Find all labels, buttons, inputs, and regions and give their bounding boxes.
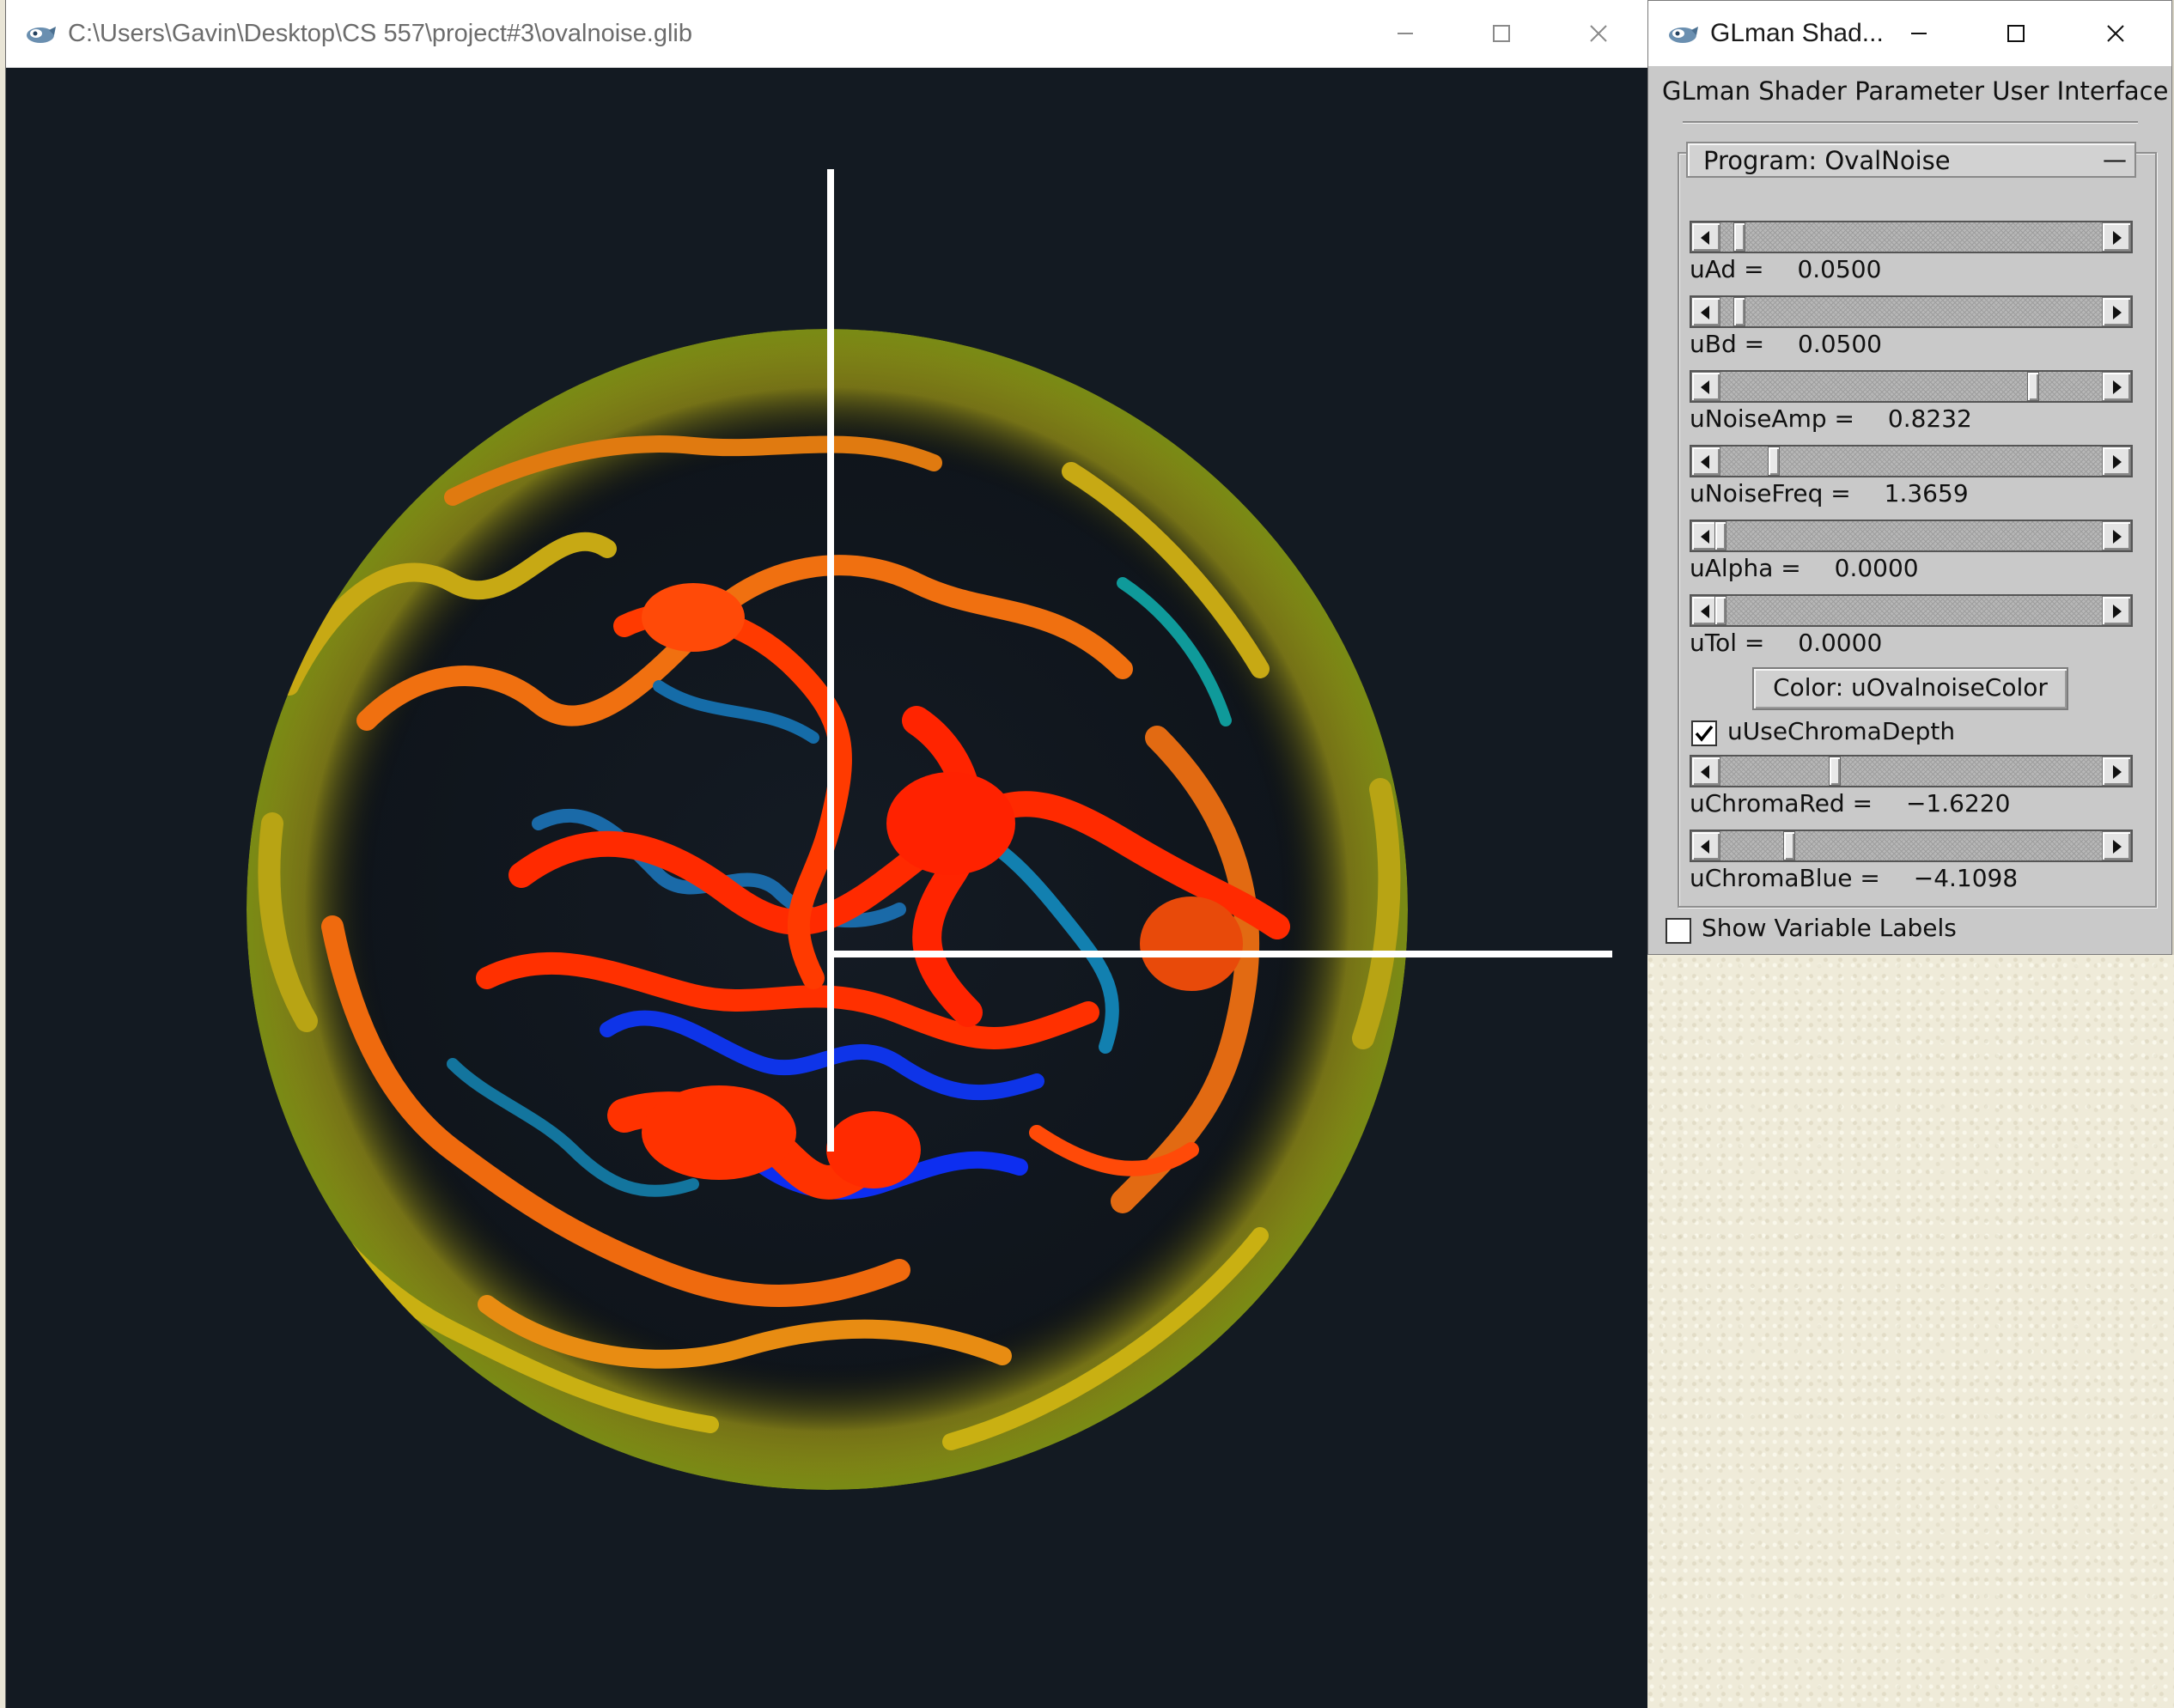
slider-track[interactable] xyxy=(1720,831,2102,860)
slider-right-arrow[interactable] xyxy=(2102,757,2131,786)
param-name: uNoiseFreq = xyxy=(1690,479,1851,508)
slider-right-arrow[interactable] xyxy=(2102,831,2131,860)
collapse-button[interactable]: — xyxy=(2100,145,2129,174)
slider-right-arrow[interactable] xyxy=(2102,596,2131,625)
glman-close-button[interactable] xyxy=(2066,1,2165,66)
checkmark-icon xyxy=(1695,725,1714,742)
param-value: 0.0500 xyxy=(1798,330,1882,358)
chroma-depth-label: uUseChromaDepth xyxy=(1727,717,1956,745)
param-name: uAd = xyxy=(1690,255,1764,283)
param-label-utol: uTol = 0.0000 xyxy=(1690,629,1882,657)
param-label-uchromablue: uChromaBlue = −4.1098 xyxy=(1690,864,2018,892)
program-label: Program: OvalNoise xyxy=(1703,146,1951,175)
slider-uad[interactable] xyxy=(1690,221,2133,253)
param-label-uchromared: uChromaRed = −1.6220 xyxy=(1690,789,2010,818)
param-value: 0.0000 xyxy=(1798,629,1883,657)
desktop-background xyxy=(1647,955,2174,1708)
slider-unoiseamp[interactable] xyxy=(1690,370,2133,403)
slider-uchromablue[interactable] xyxy=(1690,830,2133,862)
param-name: uBd = xyxy=(1690,330,1765,358)
param-label-uad: uAd = 0.0500 xyxy=(1690,255,1881,283)
glman-window-title: GLman Shad... xyxy=(1710,19,1884,47)
slider-left-arrow[interactable] xyxy=(1691,297,1720,326)
minimize-icon xyxy=(1398,33,1413,34)
close-button[interactable] xyxy=(1549,0,1648,67)
slider-utol[interactable] xyxy=(1690,594,2133,627)
slider-ubd[interactable] xyxy=(1690,295,2133,328)
slider-track[interactable] xyxy=(1720,297,2102,326)
slider-track[interactable] xyxy=(1720,447,2102,476)
param-label-ualpha: uAlpha = 0.0000 xyxy=(1690,554,1919,582)
glman-app-icon xyxy=(27,27,56,43)
glman-minimize-button[interactable] xyxy=(1872,1,1966,66)
slider-track[interactable] xyxy=(1714,596,2102,625)
render-window: C:\Users\Gavin\Desktop\CS 557\project#3\… xyxy=(5,0,1648,1708)
program-rollout-header[interactable]: Program: OvalNoise — xyxy=(1686,142,2136,178)
panel-heading: GLman Shader Parameter User Interface xyxy=(1662,76,2169,106)
slider-thumb[interactable] xyxy=(2027,372,2040,401)
chroma-depth-checkbox[interactable] xyxy=(1691,720,1717,746)
slider-unoisefreq[interactable] xyxy=(1690,445,2133,477)
param-label-ubd: uBd = 0.0500 xyxy=(1690,330,1882,358)
slider-thumb[interactable] xyxy=(1829,757,1842,786)
param-name: uTol = xyxy=(1690,629,1765,657)
slider-right-arrow[interactable] xyxy=(2102,521,2131,550)
maximize-button[interactable] xyxy=(1452,0,1551,67)
minimize-icon xyxy=(1911,33,1927,34)
param-name: uChromaRed = xyxy=(1690,789,1873,818)
param-value: 0.0000 xyxy=(1834,554,1919,582)
glman-app-icon xyxy=(1669,27,1698,43)
slider-right-arrow[interactable] xyxy=(2102,297,2131,326)
slider-right-arrow[interactable] xyxy=(2102,447,2131,476)
slider-left-arrow[interactable] xyxy=(1691,831,1720,860)
slider-thumb[interactable] xyxy=(1782,831,1795,860)
slider-thumb[interactable] xyxy=(1733,222,1746,252)
render-viewport[interactable] xyxy=(6,68,1648,1708)
slider-thumb[interactable] xyxy=(1714,596,1726,625)
color-button[interactable]: Color: uOvalnoiseColor xyxy=(1752,667,2068,710)
slider-left-arrow[interactable] xyxy=(1691,222,1720,252)
show-labels-checkbox[interactable] xyxy=(1666,918,1691,944)
slider-left-arrow[interactable] xyxy=(1691,447,1720,476)
close-icon xyxy=(2107,25,2124,42)
param-value: −1.6220 xyxy=(1905,789,2011,818)
slider-track[interactable] xyxy=(1714,521,2102,550)
param-name: uChromaBlue = xyxy=(1690,864,1880,892)
param-value: 1.3659 xyxy=(1884,479,1969,508)
glman-maximize-button[interactable] xyxy=(1968,1,2064,66)
slider-thumb[interactable] xyxy=(1768,447,1781,476)
show-labels-text: Show Variable Labels xyxy=(1702,914,1957,942)
param-value: 0.0500 xyxy=(1797,255,1882,283)
param-name: uNoiseAmp = xyxy=(1690,404,1854,433)
slider-right-arrow[interactable] xyxy=(2102,372,2131,401)
slider-track[interactable] xyxy=(1720,372,2102,401)
param-value: −4.1098 xyxy=(1913,864,2019,892)
maximize-icon xyxy=(1493,25,1510,42)
param-value: 0.8232 xyxy=(1887,404,1972,433)
slider-left-arrow[interactable] xyxy=(1691,757,1720,786)
slider-ualpha[interactable] xyxy=(1690,520,2133,552)
param-label-unoisefreq: uNoiseFreq = 1.3659 xyxy=(1690,479,1969,508)
heading-divider xyxy=(1683,121,2138,124)
param-label-unoiseamp: uNoiseAmp = 0.8232 xyxy=(1690,404,1972,433)
glman-shader-panel: GLman Shad... GLman Shader Parameter Use… xyxy=(1647,0,2172,955)
slider-track[interactable] xyxy=(1720,222,2102,252)
maximize-icon xyxy=(2007,25,2025,42)
param-name: uAlpha = xyxy=(1690,554,1801,582)
slider-left-arrow[interactable] xyxy=(1691,372,1720,401)
slider-thumb[interactable] xyxy=(1714,521,1726,550)
window-title: C:\Users\Gavin\Desktop\CS 557\project#3\… xyxy=(68,19,692,47)
slider-track[interactable] xyxy=(1720,757,2102,786)
slider-right-arrow[interactable] xyxy=(2102,222,2131,252)
glman-titlebar[interactable]: GLman Shad... xyxy=(1648,1,2171,66)
slider-thumb[interactable] xyxy=(1733,297,1746,326)
render-titlebar[interactable]: C:\Users\Gavin\Desktop\CS 557\project#3\… xyxy=(6,0,1648,68)
minimize-button[interactable] xyxy=(1355,0,1455,67)
slider-uchromared[interactable] xyxy=(1690,755,2133,787)
close-icon xyxy=(1590,25,1607,42)
